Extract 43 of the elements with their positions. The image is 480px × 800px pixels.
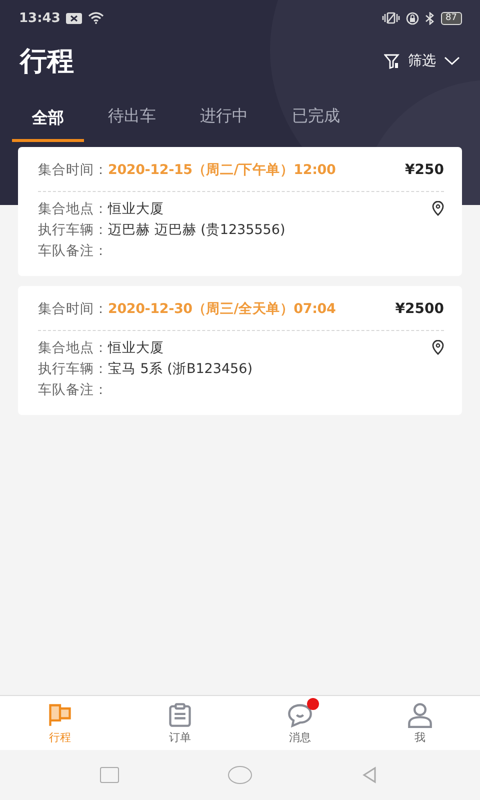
field-label: 执行车辆： xyxy=(38,220,108,238)
clipboard-icon xyxy=(167,702,193,728)
field-label: 车队备注： xyxy=(38,380,108,398)
price: ¥250 xyxy=(405,162,444,178)
trip-card[interactable]: 集合时间：2020-12-30（周三/全天单）07:04 ¥2500 集合地点：恒业大厦 执行车辆：宝马 5系 (浙B123456) 车队备注： xyxy=(18,286,462,415)
field-value: 迈巴赫 迈巴赫 (贵1235556) xyxy=(108,220,286,238)
notification-icon xyxy=(66,12,82,24)
filter-icon xyxy=(384,54,400,68)
field-value: 恒业大厦 xyxy=(108,338,164,356)
label-text: 集合时间： xyxy=(38,300,108,318)
tab[interactable]: 进行中 xyxy=(180,98,268,142)
nav-tab[interactable]: 订单 xyxy=(120,696,240,750)
location-pin-icon[interactable] xyxy=(432,340,444,355)
chevron-down-icon xyxy=(444,56,460,66)
recent-apps-button[interactable] xyxy=(100,767,119,783)
field-value: 宝马 5系 (浙B123456) xyxy=(108,360,253,378)
nav-tab[interactable]: 消息 xyxy=(240,696,360,750)
tab[interactable]: 待出车 xyxy=(88,98,176,142)
status-time: 13:43 xyxy=(19,10,60,26)
vibrate-icon xyxy=(382,12,400,24)
field-label: 集合地点： xyxy=(38,338,108,356)
bluetooth-icon xyxy=(424,12,435,24)
field-value: 恒业大厦 xyxy=(108,200,164,218)
person-icon xyxy=(407,702,433,728)
flag-icon xyxy=(47,702,73,728)
nav-tab[interactable]: 我 xyxy=(360,696,480,750)
chat-bubble-icon xyxy=(287,702,313,728)
field-label: 执行车辆： xyxy=(38,360,108,378)
price: ¥2500 xyxy=(395,301,444,317)
field-label: 车队备注： xyxy=(38,242,108,260)
tab[interactable]: 已完成 xyxy=(272,98,360,142)
meeting-time: 2020-12-15（周二/下午单）12:00 xyxy=(108,161,336,179)
filter-button[interactable]: 筛选 xyxy=(384,52,460,70)
tab[interactable]: 全部 xyxy=(12,98,84,142)
page-title: 行程 xyxy=(20,45,74,79)
trip-card[interactable]: 集合时间：2020-12-15（周二/下午单）12:00 ¥250 集合地点：恒业大厦 执行车辆：迈巴赫 迈巴赫 (贵1235556) 车队备注： xyxy=(18,147,462,276)
wifi-icon xyxy=(88,12,104,24)
location-pin-icon[interactable] xyxy=(432,201,444,216)
label-text: 集合时间： xyxy=(38,161,108,179)
meeting-time: 2020-12-30（周三/全天单）07:04 xyxy=(108,300,336,318)
lock-icon xyxy=(406,12,419,24)
field-label: 集合地点： xyxy=(38,200,108,218)
home-button[interactable] xyxy=(228,766,252,784)
